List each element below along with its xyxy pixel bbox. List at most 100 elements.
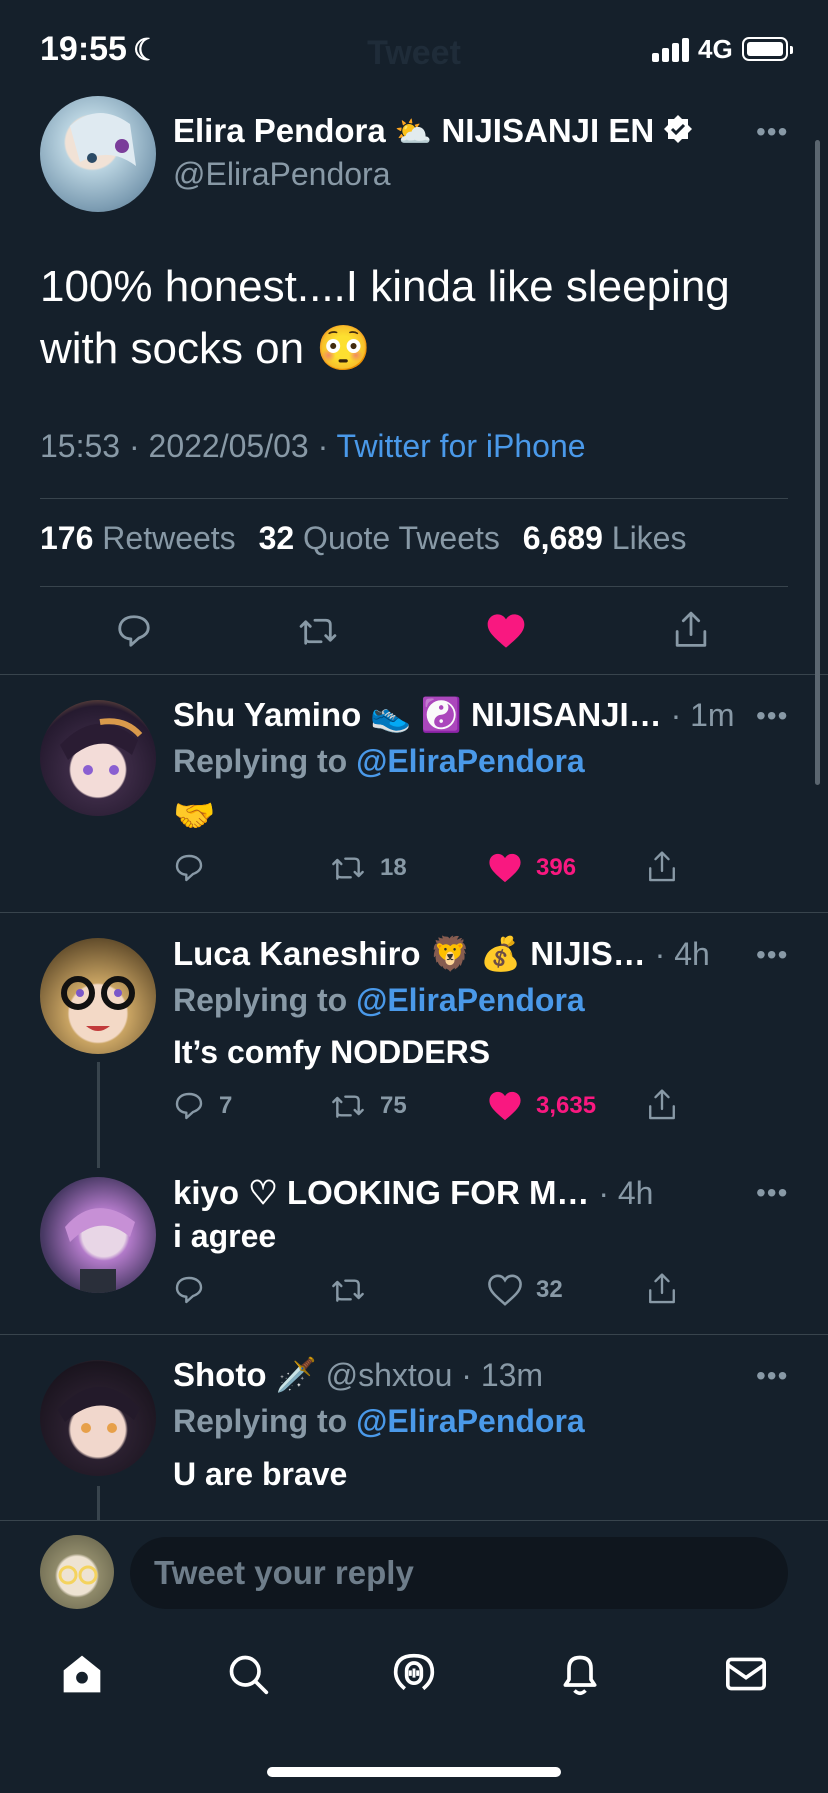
reply-text: i agree <box>173 1218 277 1254</box>
author-handle[interactable]: @EliraPendora <box>173 156 390 193</box>
divider <box>40 586 788 587</box>
reply-time: · 4h <box>654 936 710 972</box>
reply-like-button[interactable]: 396 <box>488 852 576 884</box>
tweet-source-link[interactable]: Twitter for iPhone <box>337 428 586 464</box>
reply-share-button[interactable] <box>646 850 678 884</box>
replying-handle-link[interactable]: @EliraPendora <box>356 1403 585 1439</box>
reply-author-name: Shoto 🗡️ <box>173 1356 317 1393</box>
heart-filled-icon <box>489 853 521 883</box>
author-avatar[interactable] <box>40 96 156 212</box>
reply-header[interactable]: Luca Kaneshiro 🦁 💰 NIJIS… · 4h <box>173 935 710 974</box>
more-options-icon[interactable]: ••• <box>756 1177 788 1209</box>
reply-avatar[interactable] <box>40 700 156 816</box>
author-name: Elira Pendora <box>173 112 386 149</box>
tweet-time: 15:53 <box>40 428 121 464</box>
divider <box>40 498 788 499</box>
replying-to: Replying to @EliraPendora <box>173 982 585 1018</box>
divider <box>0 912 828 913</box>
likes-stat[interactable]: 6,689 Likes <box>523 520 701 556</box>
reply-handle: @shxtou <box>325 1357 453 1393</box>
reply-like-button[interactable]: 32 <box>488 1274 563 1306</box>
tweet-date: 2022/05/03 <box>148 428 309 464</box>
reply-author-name: Shu Yamino 👟 ☯️ NIJISANJI… <box>173 696 662 733</box>
retweets-stat[interactable]: 176 Retweets <box>40 520 250 556</box>
reply-time: · 4h <box>598 1175 654 1211</box>
reply-button[interactable] <box>115 612 153 650</box>
share-icon <box>675 611 707 647</box>
reply-author-name: Luca Kaneshiro 🦁 💰 NIJIS… <box>173 935 646 972</box>
heart-filled-icon <box>489 1091 521 1121</box>
replying-to: Replying to @EliraPendora <box>173 743 585 779</box>
reply-comment-button[interactable] <box>173 852 219 884</box>
battery-icon <box>742 37 793 61</box>
more-options-icon[interactable]: ••• <box>756 939 788 971</box>
heart-filled-icon <box>487 614 525 648</box>
reply-header[interactable]: Shoto 🗡️ @shxtou · 13m <box>173 1356 543 1395</box>
share-icon <box>649 851 675 882</box>
reply-avatar[interactable] <box>40 1360 156 1476</box>
more-options-icon[interactable]: ••• <box>756 1360 788 1392</box>
scrollbar[interactable] <box>815 140 820 785</box>
share-icon <box>649 1089 675 1120</box>
reply-retweet-button[interactable]: 75 <box>330 1090 407 1122</box>
spaces-icon[interactable] <box>392 1650 436 1703</box>
divider <box>0 1334 828 1335</box>
thread-line <box>97 1062 100 1168</box>
tweet-meta: 15:53 · 2022/05/03 · Twitter for iPhone <box>40 428 586 464</box>
reply-avatar[interactable] <box>40 1177 156 1293</box>
reply-share-button[interactable] <box>646 1272 678 1306</box>
home-indicator[interactable] <box>267 1767 561 1777</box>
author-name-line[interactable]: Elira Pendora ⛅ NIJISANJI EN <box>173 112 693 152</box>
reply-time: · 13m <box>461 1357 544 1393</box>
search-icon[interactable] <box>226 1652 270 1701</box>
reply-comment-button[interactable] <box>173 1274 219 1306</box>
like-button[interactable] <box>486 612 526 650</box>
reply-icon <box>175 1276 203 1304</box>
reply-icon <box>175 1092 203 1120</box>
reply-text: U are brave <box>173 1456 348 1492</box>
reply-comment-button[interactable]: 7 <box>173 1090 232 1122</box>
more-options-icon[interactable]: ••• <box>756 700 788 732</box>
reply-header[interactable]: Shu Yamino 👟 ☯️ NIJISANJI… · 1m <box>173 696 735 735</box>
reply-header[interactable]: kiyo ♡ LOOKING FOR M… · 4h <box>173 1173 653 1212</box>
reply-avatar[interactable] <box>40 938 156 1054</box>
status-bar: 19:55 ☾ Tweet 4G <box>0 0 828 100</box>
retweet-icon <box>332 1095 364 1118</box>
retweet-button[interactable] <box>298 612 338 650</box>
compose-bar: Tweet your reply <box>0 1520 828 1793</box>
retweet-icon <box>299 618 337 645</box>
reply-time: · 1m <box>670 697 735 733</box>
avatar-art-icon <box>70 112 136 166</box>
reply-icon <box>118 615 150 647</box>
heart-outline-icon <box>488 1274 522 1306</box>
reply-input[interactable]: Tweet your reply <box>130 1537 788 1609</box>
share-icon <box>649 1273 675 1304</box>
divider <box>0 674 828 675</box>
messages-icon[interactable] <box>724 1654 768 1699</box>
reply-retweet-button[interactable] <box>330 1274 380 1306</box>
verified-badge-icon <box>663 114 693 152</box>
reply-text: 🤝 <box>173 797 216 835</box>
share-button[interactable] <box>672 610 710 650</box>
reply-retweet-button[interactable]: 18 <box>330 852 407 884</box>
notifications-icon[interactable] <box>558 1650 602 1703</box>
replying-to: Replying to @EliraPendora <box>173 1403 585 1439</box>
reply-text: It’s comfy NODDERS <box>173 1034 491 1070</box>
reply-like-button[interactable]: 3,635 <box>488 1090 596 1122</box>
retweet-icon <box>332 1279 364 1302</box>
author-emoji: ⛅ <box>394 116 433 149</box>
more-options-icon[interactable]: ••• <box>756 116 788 148</box>
reply-share-button[interactable] <box>646 1088 678 1122</box>
network-label: 4G <box>698 34 733 64</box>
tweet-stats: 176 Retweets 32 Quote Tweets 6,689 Likes <box>40 520 700 557</box>
author-affiliation: NIJISANJI EN <box>441 112 655 149</box>
retweet-icon <box>332 857 364 880</box>
tweet-text: 100% honest....I kinda like sleeping wit… <box>40 262 730 373</box>
my-avatar[interactable] <box>40 1535 114 1609</box>
reply-icon <box>175 854 203 882</box>
replying-handle-link[interactable]: @EliraPendora <box>356 743 585 779</box>
home-icon[interactable] <box>60 1652 104 1701</box>
quotes-stat[interactable]: 32 Quote Tweets <box>259 520 514 556</box>
replying-handle-link[interactable]: @EliraPendora <box>356 982 585 1018</box>
thread-line <box>97 1486 100 1520</box>
